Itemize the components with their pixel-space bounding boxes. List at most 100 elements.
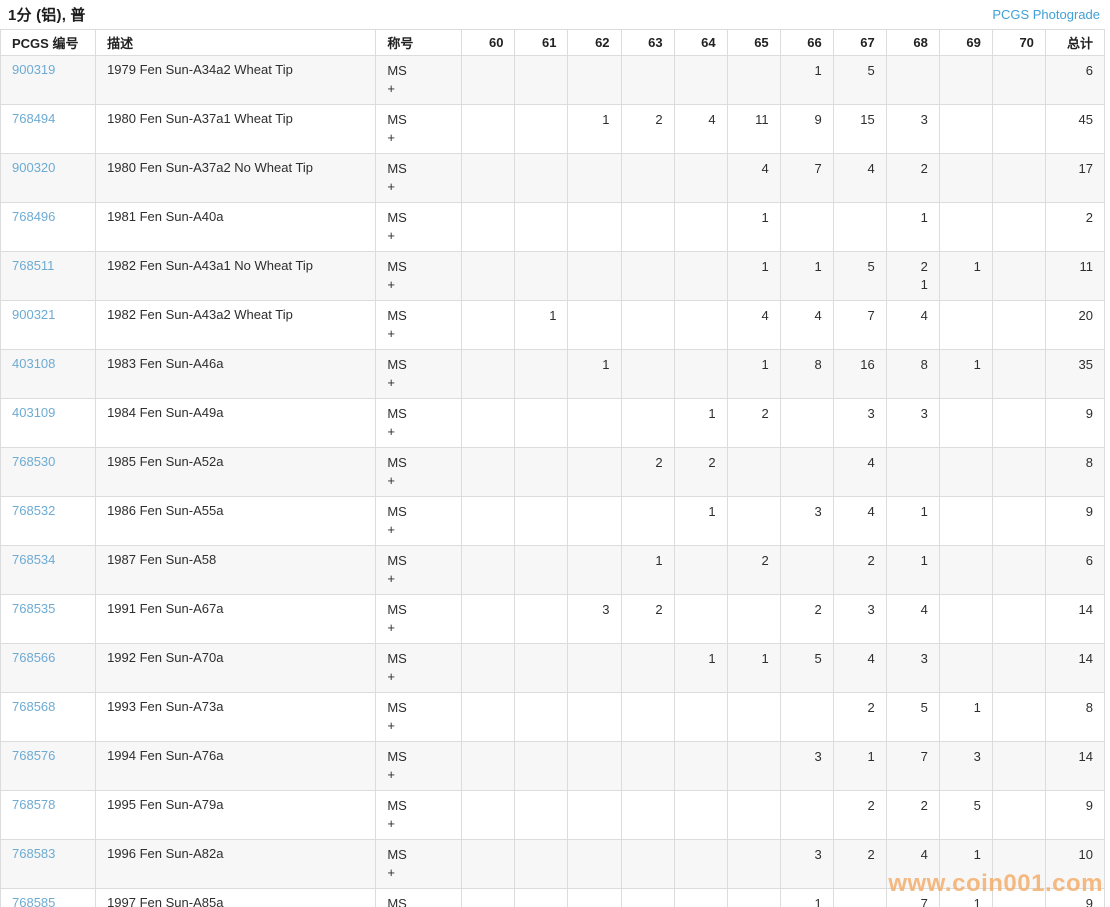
grade-62-count [568, 252, 621, 301]
grade-68-count [886, 56, 939, 105]
grade-64-count: 2 [674, 448, 727, 497]
column-header-66: 66 [780, 30, 833, 56]
total-count: 10 [1045, 840, 1104, 889]
designation-cell: MS+ [376, 56, 462, 105]
total-count: 8 [1045, 448, 1104, 497]
grade-67-count [833, 203, 886, 252]
grade-70-count [992, 350, 1045, 399]
table-row: 4031081983 Fen Sun-A46aMS+118168135 [1, 350, 1105, 399]
grade-68-count: 2 [886, 791, 939, 840]
pcgs-number-cell: 900319 [1, 56, 96, 105]
grade-65-count: 1 [727, 252, 780, 301]
pcgs-number-link[interactable]: 768532 [12, 503, 55, 518]
pcgs-number-link[interactable]: 403108 [12, 356, 55, 371]
grade-64-count [674, 889, 727, 907]
grade-70-count [992, 497, 1045, 546]
grade-65-count [727, 448, 780, 497]
coin-description: 1984 Fen Sun-A49a [96, 399, 376, 448]
coin-description: 1981 Fen Sun-A40a [96, 203, 376, 252]
pcgs-number-link[interactable]: 768494 [12, 111, 55, 126]
table-row: 7685301985 Fen Sun-A52aMS+2248 [1, 448, 1105, 497]
designation-label: MS [387, 307, 450, 325]
grade-60-count [462, 105, 515, 154]
designation-label: MS [387, 405, 450, 423]
grade-68-count: 1 [886, 546, 939, 595]
pcgs-number-link[interactable]: 768583 [12, 846, 55, 861]
designation-label: + [387, 570, 450, 588]
pcgs-number-link[interactable]: 768585 [12, 895, 55, 907]
grade-66-count: 2 [780, 595, 833, 644]
designation-label: + [387, 325, 450, 343]
designation-label: MS [387, 846, 450, 864]
grade-70-count [992, 301, 1045, 350]
coin-description: 1993 Fen Sun-A73a [96, 693, 376, 742]
table-head: PCGS 编号描述称号6061626364656667686970总计 [1, 30, 1105, 56]
grade-63-count [621, 252, 674, 301]
pcgs-number-link[interactable]: 768535 [12, 601, 55, 616]
pcgs-number-link[interactable]: 768534 [12, 552, 55, 567]
grade-64-count: 4 [674, 105, 727, 154]
grade-69-count [939, 56, 992, 105]
grade-64-count [674, 301, 727, 350]
pcgs-number-link[interactable]: 768530 [12, 454, 55, 469]
grade-69-count: 3 [939, 742, 992, 791]
grade-62-count [568, 301, 621, 350]
pcgs-number-link[interactable]: 768511 [12, 258, 54, 273]
grade-69-count: 1 [939, 693, 992, 742]
population-table: PCGS 编号描述称号6061626364656667686970总计 9003… [0, 29, 1105, 907]
grade-62-count [568, 840, 621, 889]
grade-69-count: 1 [939, 252, 992, 301]
pcgs-number-link[interactable]: 900319 [12, 62, 55, 77]
pcgs-number-cell: 768511 [1, 252, 96, 301]
grade-61-count [515, 742, 568, 791]
pcgs-number-link[interactable]: 768566 [12, 650, 55, 665]
grade-62-count [568, 693, 621, 742]
grade-67-count: 2 [833, 546, 886, 595]
total-count: 2 [1045, 203, 1104, 252]
total-count: 14 [1045, 595, 1104, 644]
grade-70-count [992, 644, 1045, 693]
grade-68-count: 3 [886, 105, 939, 154]
grade-65-count: 1 [727, 350, 780, 399]
designation-label: MS [387, 503, 450, 521]
grade-68-count: 21 [886, 252, 939, 301]
table-row: 7685781995 Fen Sun-A79aMS+2259 [1, 791, 1105, 840]
designation-label: MS [387, 601, 450, 619]
grade-60-count [462, 644, 515, 693]
grade-66-count [780, 791, 833, 840]
table-row: 7685851997 Fen Sun-A85aMS+1719 [1, 889, 1105, 907]
grade-70-count [992, 203, 1045, 252]
pcgs-number-link[interactable]: 403109 [12, 405, 55, 420]
grade-63-count [621, 644, 674, 693]
designation-label: + [387, 276, 450, 294]
pcgs-number-link[interactable]: 768496 [12, 209, 55, 224]
coin-description: 1980 Fen Sun-A37a2 No Wheat Tip [96, 154, 376, 203]
grade-62-count [568, 399, 621, 448]
table-row: 9003191979 Fen Sun-A34a2 Wheat TipMS+156 [1, 56, 1105, 105]
pcgs-number-cell: 403109 [1, 399, 96, 448]
grade-62-count [568, 644, 621, 693]
pcgs-number-link[interactable]: 768576 [12, 748, 55, 763]
grade-61-count [515, 840, 568, 889]
pcgs-number-link[interactable]: 768568 [12, 699, 55, 714]
pcgs-photograde-link[interactable]: PCGS Photograde [992, 7, 1100, 22]
grade-65-count: 1 [727, 203, 780, 252]
grade-63-count: 1 [621, 546, 674, 595]
coin-description: 1983 Fen Sun-A46a [96, 350, 376, 399]
coin-description: 1980 Fen Sun-A37a1 Wheat Tip [96, 105, 376, 154]
table-row: 7684941980 Fen Sun-A37a1 Wheat TipMS+124… [1, 105, 1105, 154]
grade-62-count: 3 [568, 595, 621, 644]
pcgs-number-link[interactable]: 900321 [12, 307, 55, 322]
designation-label: + [387, 717, 450, 735]
grade-62-count: 1 [568, 105, 621, 154]
column-header-70: 70 [992, 30, 1045, 56]
total-count: 9 [1045, 399, 1104, 448]
grade-68-count: 1 [886, 497, 939, 546]
grade-70-count [992, 252, 1045, 301]
grade-64-count [674, 350, 727, 399]
grade-64-count: 1 [674, 497, 727, 546]
pcgs-number-link[interactable]: 900320 [12, 160, 55, 175]
grade-65-count [727, 791, 780, 840]
grade-69-count [939, 595, 992, 644]
pcgs-number-link[interactable]: 768578 [12, 797, 55, 812]
